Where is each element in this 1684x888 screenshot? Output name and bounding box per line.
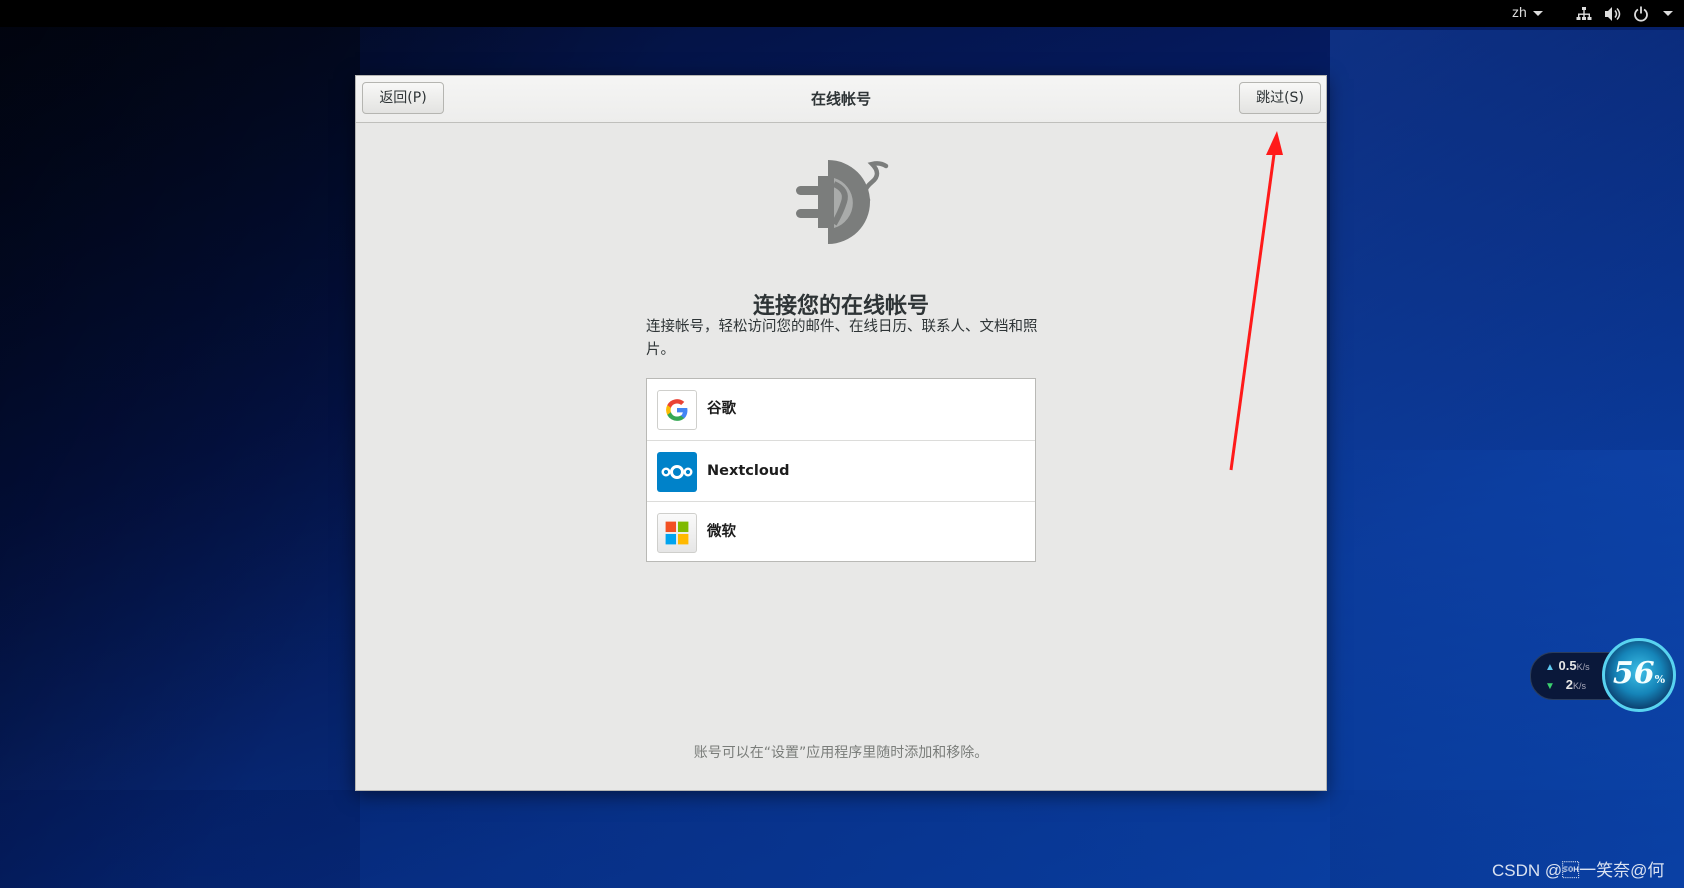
provider-item-nextcloud[interactable]: Nextcloud: [647, 440, 1035, 501]
network-icon[interactable]: [1576, 6, 1592, 22]
page-description: 连接帐号，轻松访问您的邮件、在线日历、联系人、文档和照片。: [646, 319, 1038, 358]
background-facet: [0, 0, 360, 888]
annotation-arrow: [1229, 131, 1283, 471]
dialog-title: 在线帐号: [810, 90, 871, 108]
network-speed-widget[interactable]: ▲ 0.5K/s ▼ 2K/s 56%: [1530, 638, 1682, 718]
usage-percent: 56: [1612, 656, 1655, 691]
language-selector[interactable]: zh: [1512, 4, 1543, 20]
microsoft-icon: [657, 513, 697, 553]
upload-unit: K/s: [1576, 662, 1590, 672]
usage-orb: 56%: [1602, 638, 1676, 712]
download-unit: K/s: [1572, 681, 1586, 691]
download-speed: ▼ 2K/s: [1545, 677, 1586, 692]
download-value: 2: [1565, 677, 1573, 692]
background-facet: [1330, 30, 1684, 450]
online-accounts-plug-icon: [796, 160, 889, 244]
dialog-header: 在线帐号 返回(P) 跳过(S): [356, 76, 1326, 123]
nextcloud-icon: [657, 452, 697, 492]
provider-item-microsoft[interactable]: 微软: [647, 501, 1035, 562]
volume-icon[interactable]: [1604, 6, 1622, 22]
dialog-content: 连接您的在线帐号 连接帐号，轻松访问您的邮件、在线日历、联系人、文档和照片。 谷…: [356, 122, 1326, 790]
footer-note: 账号可以在“设置”应用程序里随时添加和移除。: [693, 745, 989, 761]
chevron-down-icon: [1532, 10, 1543, 16]
down-arrow-icon: ▼: [1545, 681, 1555, 692]
background-facet: [0, 790, 1684, 888]
provider-item-google[interactable]: 谷歌: [647, 379, 1035, 440]
provider-label: 谷歌: [707, 401, 736, 417]
up-arrow-icon: ▲: [1545, 662, 1555, 673]
provider-label: Nextcloud: [707, 463, 790, 479]
skip-button[interactable]: 跳过(S): [1239, 82, 1321, 114]
power-icon[interactable]: [1633, 6, 1649, 22]
back-button[interactable]: 返回(P): [362, 82, 444, 114]
usage-percent-unit: %: [1654, 673, 1666, 686]
provider-list: 谷歌 Nextcloud 微软: [646, 378, 1036, 562]
google-icon: [657, 390, 697, 430]
top-bar: zh: [0, 0, 1684, 27]
online-accounts-dialog: 在线帐号 返回(P) 跳过(S) 连接您的在线帐号 连接帐号，轻松访问您的邮件、…: [355, 75, 1327, 791]
chevron-down-icon[interactable]: [1663, 11, 1673, 16]
upload-speed: ▲ 0.5K/s: [1545, 658, 1590, 673]
csdn-watermark: CSDN @一笑奈@何: [1492, 861, 1665, 880]
language-label: zh: [1512, 4, 1527, 20]
upload-value: 0.5: [1558, 658, 1577, 673]
provider-label: 微软: [707, 524, 736, 540]
